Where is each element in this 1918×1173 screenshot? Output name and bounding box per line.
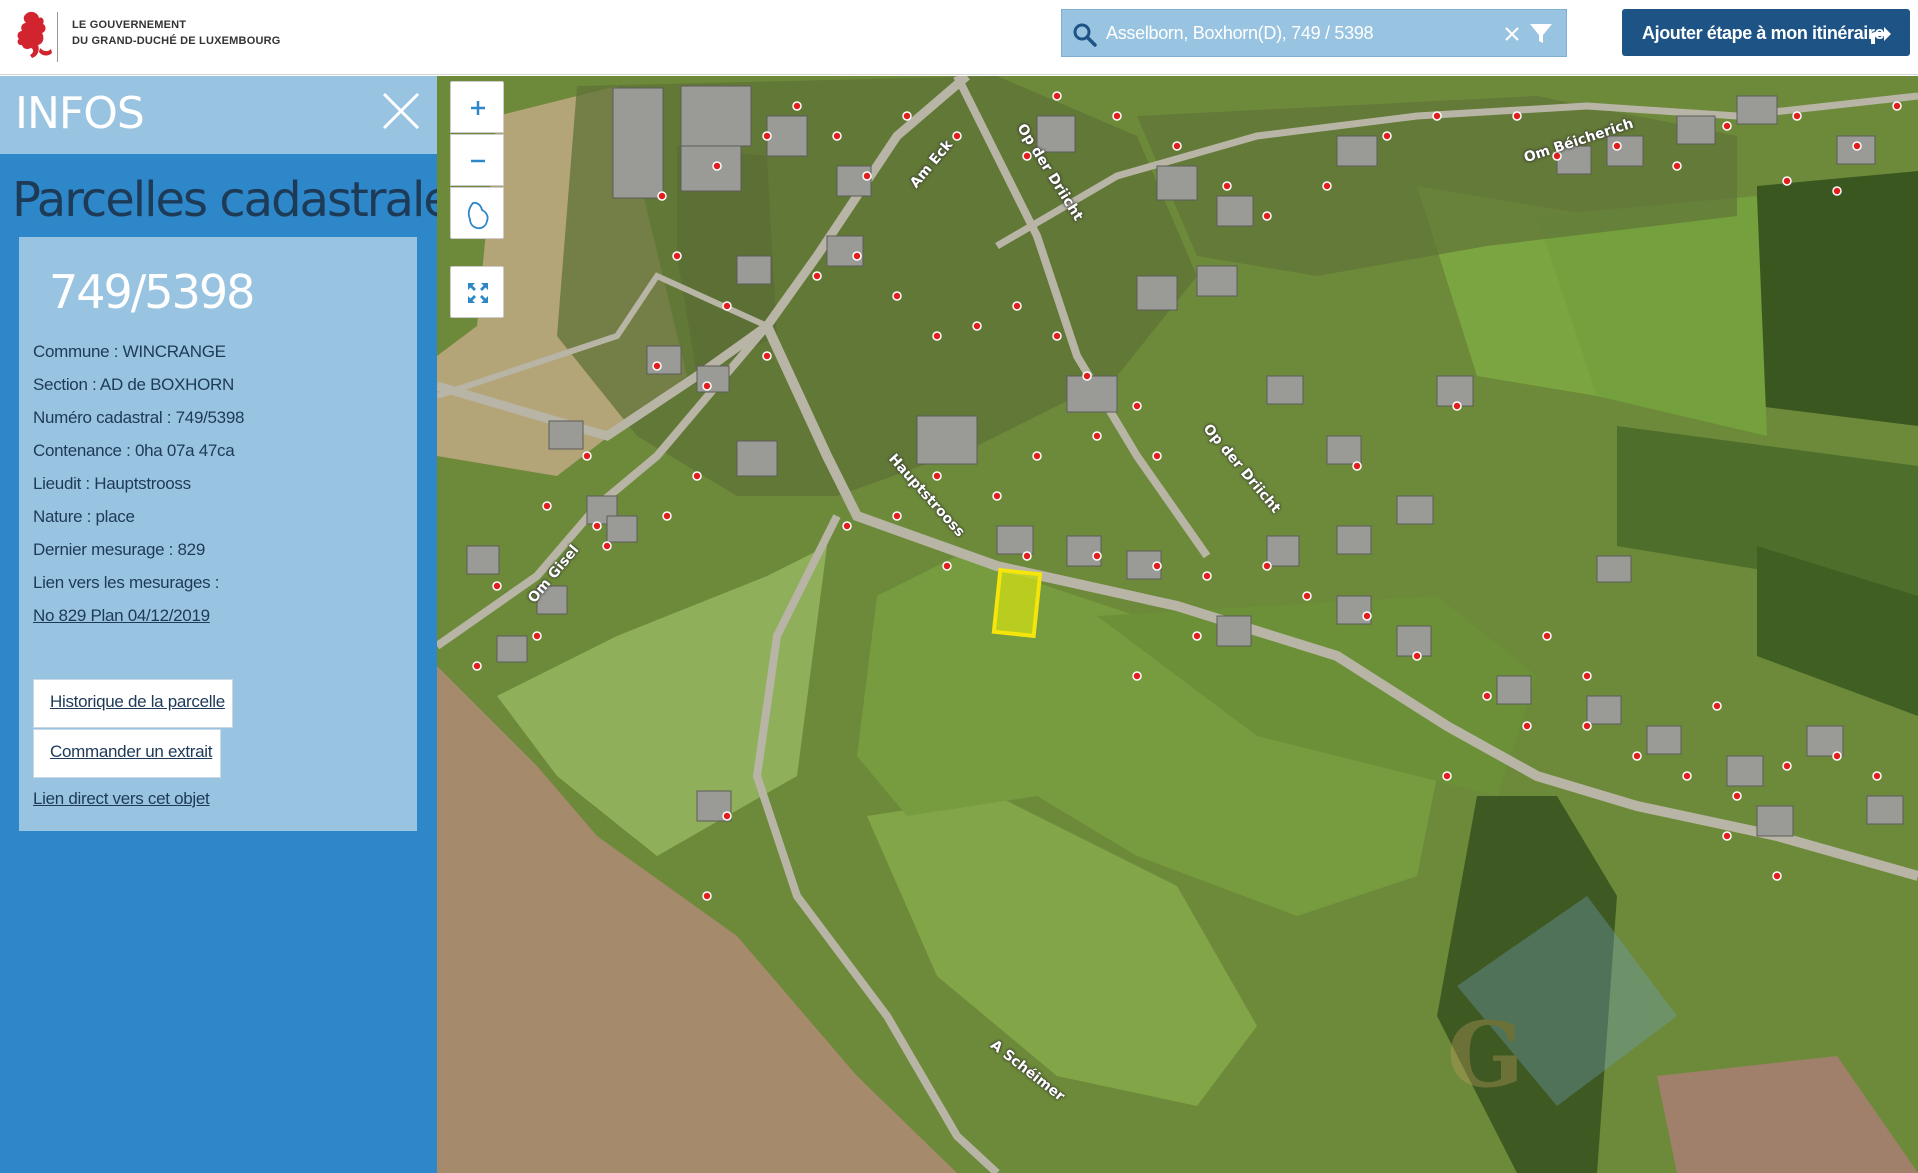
panel-title: Parcelles cadastrales [12, 172, 476, 228]
turn-right-arrow-icon [1871, 27, 1891, 44]
mesurage-link[interactable]: No 829 Plan 04/12/2019 [33, 606, 210, 626]
sidebar-header: INFOS [0, 76, 437, 154]
expand-icon [468, 283, 488, 303]
info-lien-label: Lien vers les mesurages : [33, 573, 220, 592]
add-route-step-label: Ajouter étape à mon itinéraire [1642, 23, 1885, 43]
search-bar[interactable]: Asselborn, Boxhorn(D), 749 / 5398 [1061, 9, 1567, 57]
info-contenance: Contenance : 0ha 07a 47ca [33, 441, 235, 460]
plus-icon [471, 101, 485, 115]
filter-icon[interactable] [1528, 22, 1554, 46]
info-commune: Commune : WINCRANGE [33, 342, 226, 361]
zoom-to-country-button[interactable] [450, 187, 504, 239]
info-nature: Nature : place [33, 507, 135, 526]
info-dernier-mesurage: Dernier mesurage : 829 [33, 540, 205, 559]
parcel-number: 749/5398 [49, 265, 255, 319]
parcel-card: 749/5398 Commune : WINCRANGE Section : A… [19, 237, 417, 831]
info-numero: Numéro cadastral : 749/5398 [33, 408, 245, 427]
info-sidebar: INFOS Parcelles cadastrales 749/5398 Com… [0, 76, 476, 1173]
map-watermark: G [1447, 1002, 1524, 1108]
aerial-map[interactable]: G [437, 76, 1918, 1173]
fullscreen-button[interactable] [450, 266, 504, 318]
logo-line-1: Le Gouvernement [72, 19, 187, 31]
minus-icon [471, 159, 485, 163]
luxembourg-outline-icon [467, 201, 489, 230]
map-view[interactable]: G Am Eck Op der Driicht Om Béicherich Op… [437, 76, 1918, 1173]
add-route-step-button[interactable]: Ajouter étape à mon itinéraire [1622, 9, 1910, 56]
direct-object-link[interactable]: Lien direct vers cet objet [33, 789, 210, 809]
info-section: Section : AD de BOXHORN [33, 375, 234, 394]
zoom-in-button[interactable] [450, 81, 504, 133]
logo-divider [57, 12, 58, 62]
logo-text: Le Gouvernement du Grand-Duché de Luxemb… [72, 17, 281, 49]
search-input[interactable]: Asselborn, Boxhorn(D), 749 / 5398 [1106, 23, 1374, 44]
top-header: Le Gouvernement du Grand-Duché de Luxemb… [0, 0, 1918, 75]
zoom-out-button[interactable] [450, 134, 504, 186]
parcel-info-list: Commune : WINCRANGE Section : AD de BOXH… [33, 342, 244, 606]
historique-button[interactable]: Historique de la parcelle [33, 679, 233, 728]
selected-parcel-highlight [991, 567, 1043, 639]
close-icon[interactable] [380, 90, 422, 132]
government-logo[interactable]: Le Gouvernement du Grand-Duché de Luxemb… [12, 8, 280, 64]
commander-extrait-button[interactable]: Commander un extrait [33, 729, 221, 778]
logo-line-2: du Grand-Duché de Luxembourg [72, 35, 281, 47]
lion-crest-icon [17, 11, 52, 58]
sidebar-title: INFOS [15, 88, 145, 139]
search-icon[interactable] [1072, 22, 1098, 48]
close-icon[interactable] [1502, 24, 1522, 44]
info-lieudit: Lieudit : Hauptstrooss [33, 474, 191, 493]
